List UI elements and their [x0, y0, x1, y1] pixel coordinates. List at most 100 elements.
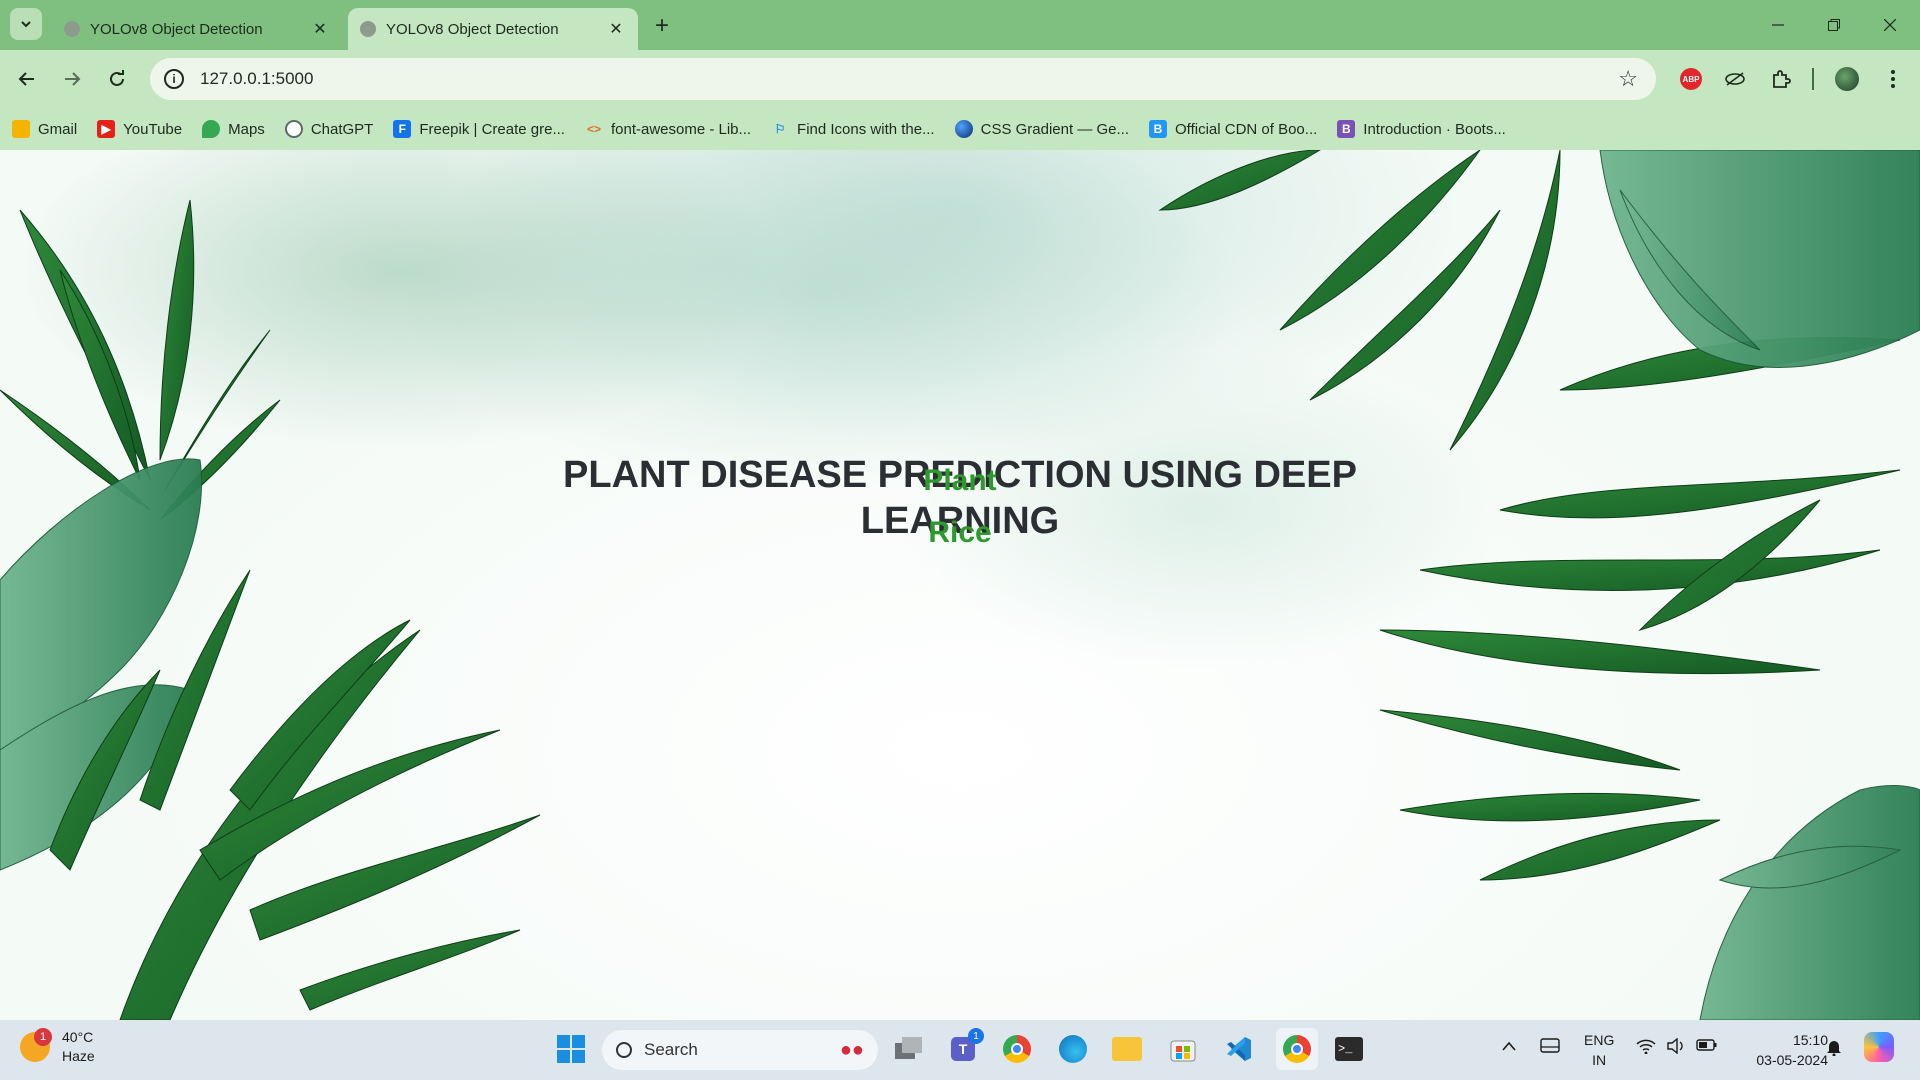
freepik-icon: F [393, 120, 412, 138]
tab-title: YOLOv8 Object Detection [386, 20, 559, 38]
bookmark-bootstrap-cdn[interactable]: B Official CDN of Boo... [1149, 120, 1317, 138]
store-button[interactable] [1166, 1032, 1200, 1066]
forward-button[interactable] [55, 62, 89, 96]
copilot-button[interactable] [1864, 1032, 1894, 1062]
edge-button[interactable] [1056, 1032, 1090, 1066]
kebab-menu-icon [1891, 70, 1895, 88]
notifications-button[interactable] [1826, 1038, 1842, 1059]
weather-condition: Haze [62, 1048, 95, 1064]
new-tab-button[interactable]: + [648, 12, 676, 40]
folder-icon [1112, 1037, 1142, 1061]
url-text[interactable]: 127.0.0.1:5000 [200, 69, 313, 89]
minimize-button[interactable] [1756, 10, 1800, 40]
volume-button[interactable] [1666, 1037, 1686, 1057]
chevron-up-icon [1502, 1041, 1516, 1051]
extensions-button[interactable] [1768, 66, 1794, 92]
clock[interactable]: 15:10 03-05-2024 [1756, 1030, 1828, 1070]
bookmark-css-gradient[interactable]: CSS Gradient — Ge... [954, 120, 1129, 138]
battery-button[interactable] [1696, 1038, 1718, 1055]
display-icon [1540, 1038, 1560, 1053]
tab-title: YOLOv8 Object Detection [90, 20, 263, 38]
adblock-extension[interactable]: ABP [1678, 66, 1704, 92]
close-icon[interactable]: ✕ [606, 19, 626, 39]
wifi-button[interactable] [1636, 1038, 1656, 1057]
tab-search-button[interactable] [10, 8, 42, 40]
gmail-icon [12, 120, 30, 138]
site-info-icon[interactable]: i [164, 69, 184, 89]
gradient-icon [954, 120, 973, 138]
search-icon [616, 1042, 632, 1058]
strawberry-icon: ●● [839, 1038, 864, 1061]
bookmark-freepik[interactable]: F Freepik | Create gre... [393, 120, 565, 138]
browser-titlebar: YOLOv8 Object Detection ✕ YOLOv8 Object … [0, 0, 1920, 50]
star-icon[interactable]: ☆ [1618, 66, 1638, 92]
address-bar[interactable]: i 127.0.0.1:5000 ☆ [150, 58, 1656, 100]
plant-link[interactable]: Plant [860, 464, 1060, 498]
region-code: IN [1592, 1052, 1607, 1068]
bookmark-find-icons[interactable]: ⚐ Find Icons with the... [771, 120, 935, 138]
restore-button[interactable] [1812, 10, 1856, 40]
close-icon[interactable]: ✕ [310, 19, 330, 39]
vscode-button[interactable] [1222, 1032, 1256, 1066]
chrome-taskbar-button[interactable] [1000, 1032, 1034, 1066]
windows-icon [557, 1035, 585, 1063]
store-icon [1170, 1040, 1196, 1062]
flag-icon: ⚐ [774, 122, 786, 136]
weather-badge: 1 [34, 1028, 52, 1046]
bookmark-label: Introduction · Boots... [1363, 120, 1506, 138]
profile-button[interactable] [1834, 66, 1860, 92]
tab-active[interactable]: YOLOv8 Object Detection ✕ [348, 8, 638, 50]
weather-widget[interactable]: 1 40°C Haze [20, 1028, 95, 1066]
teams-badge: 1 [968, 1028, 984, 1044]
bookmark-font-awesome[interactable]: <> font-awesome - Lib... [585, 120, 751, 138]
bookmark-label: Freepik | Create gre... [419, 120, 565, 138]
file-explorer-button[interactable] [1110, 1032, 1144, 1066]
bookmark-maps[interactable]: Maps [202, 120, 265, 138]
vscode-icon [1227, 1037, 1251, 1061]
search-label: Search [644, 1040, 698, 1059]
clock-time: 15:10 [1792, 1032, 1828, 1048]
back-button[interactable] [10, 62, 44, 96]
menu-button[interactable] [1880, 66, 1906, 92]
bookmark-label: YouTube [123, 120, 183, 138]
arrow-left-icon [18, 72, 34, 86]
weather-sun-icon: 1 [20, 1028, 52, 1062]
avatar [1835, 67, 1859, 91]
edge-icon [1059, 1035, 1087, 1063]
youtube-icon: ▶ [97, 120, 116, 138]
rice-link[interactable]: Rice [860, 516, 1060, 550]
close-window-button[interactable] [1868, 10, 1912, 40]
weather-temp: 40°C [62, 1029, 94, 1045]
toolbar-divider [1812, 68, 1814, 90]
bookmark-label: Gmail [38, 120, 78, 138]
bookmark-youtube[interactable]: ▶ YouTube [97, 120, 182, 138]
palm-leaves-background [0, 150, 1920, 1020]
weather-text: 40°C Haze [62, 1028, 95, 1066]
clock-date: 03-05-2024 [1756, 1052, 1828, 1068]
tablet-mode-button[interactable] [1540, 1038, 1560, 1057]
tab-inactive[interactable]: YOLOv8 Object Detection ✕ [52, 8, 342, 50]
teams-button[interactable]: T 1 [946, 1028, 984, 1066]
eye-slash-icon [1725, 72, 1745, 86]
bookmark-bootstrap-intro[interactable]: B Introduction · Boots... [1337, 120, 1506, 138]
show-hidden-icons-button[interactable] [1502, 1038, 1516, 1054]
terminal-icon: >_ [1335, 1037, 1363, 1061]
chrome-icon [1283, 1035, 1311, 1063]
task-view-button[interactable] [892, 1032, 926, 1066]
bookmark-chatgpt[interactable]: ChatGPT [284, 120, 373, 138]
bookmark-label: Maps [228, 120, 265, 138]
bookmark-label: CSS Gradient — Ge... [980, 120, 1129, 138]
terminal-button[interactable]: >_ [1332, 1032, 1366, 1066]
chrome-active-taskbar-button[interactable] [1276, 1028, 1318, 1070]
bookmark-label: Find Icons with the... [797, 120, 935, 138]
taskbar: 1 40°C Haze Search ●● T 1 >_ ENG IN 15:1… [0, 1020, 1920, 1080]
reload-button[interactable] [100, 62, 134, 96]
bookmark-gmail[interactable]: Gmail [12, 120, 77, 138]
start-button[interactable] [554, 1032, 588, 1066]
page-content: PLANT DISEASE PREDICTION USING DEEP LEAR… [0, 150, 1920, 1020]
speaker-icon [1667, 1037, 1683, 1055]
eye-extension[interactable] [1722, 66, 1748, 92]
taskbar-search[interactable]: Search ●● [602, 1030, 878, 1070]
bookmarks-bar: Gmail ▶ YouTube Maps ChatGPT F Freepik |… [0, 108, 1920, 150]
language-indicator[interactable]: ENG IN [1584, 1030, 1614, 1070]
